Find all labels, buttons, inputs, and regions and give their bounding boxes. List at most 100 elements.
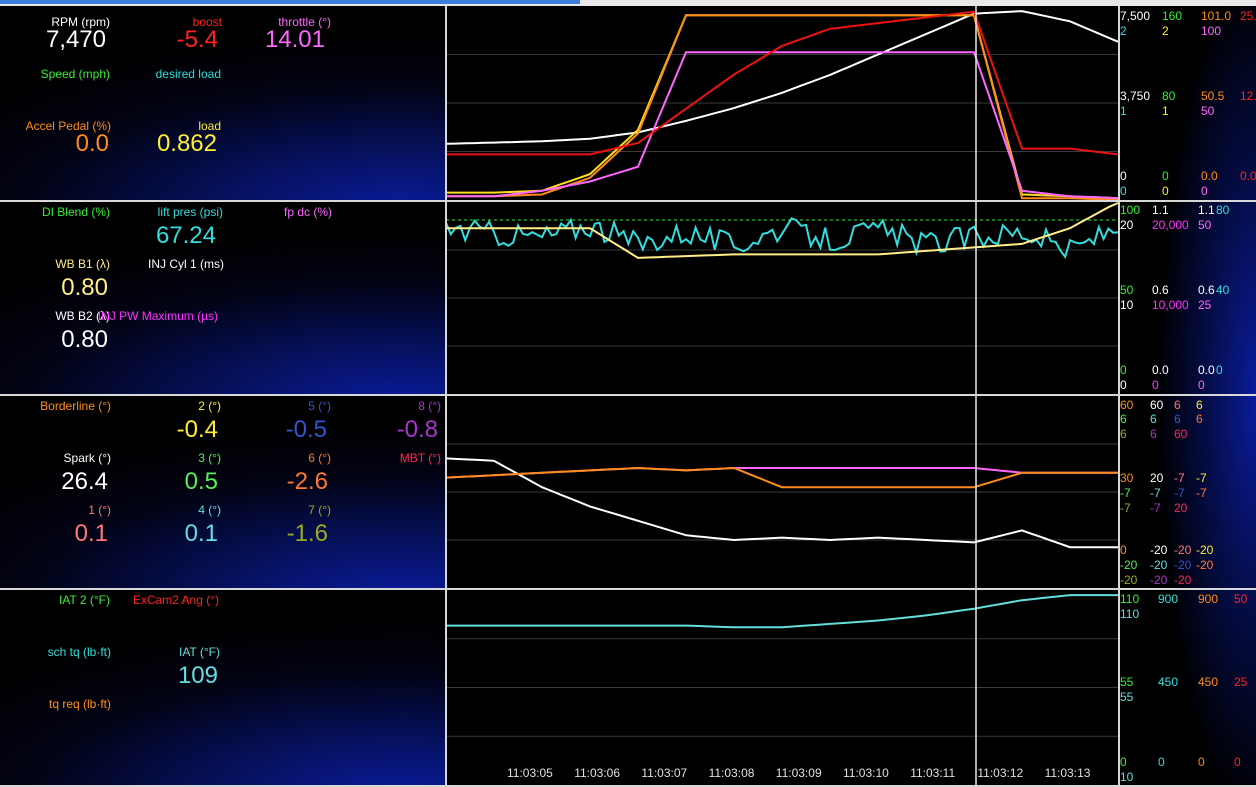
gauge-label: fp dc (%) — [283, 205, 332, 219]
gauge-label: IAT (°F) — [178, 645, 220, 659]
gauge-value: 0.0 — [75, 130, 109, 157]
scale-label: 160 — [1162, 9, 1183, 23]
active-tab-indicator — [0, 0, 580, 4]
scale-label: 0.6 — [1198, 283, 1215, 297]
time-tick-label: 11:03:10 — [843, 766, 889, 780]
scale-label: 80 — [1216, 203, 1230, 217]
scale-label: 0 — [1152, 378, 1159, 392]
gauge-value: -0.8 — [396, 416, 438, 443]
scale-label: 20 — [1174, 501, 1188, 515]
gauge-panel-spark: Borderline (°) 2 (°) 5 (°) 8 (°) Spark (°) 3 … — [0, 396, 446, 588]
scale-label: 6 — [1150, 427, 1157, 441]
scale-label: 0 — [1158, 755, 1165, 769]
gauge-label: Spark (°) — [63, 451, 111, 465]
gauge-value: -2.6 — [286, 468, 328, 495]
scale-column: 7,500160101.025.0221003,7508050.512.5115… — [1120, 6, 1256, 787]
scale-label: 50 — [1198, 218, 1212, 232]
gauge-label: ExCam2 Ang (°) — [132, 593, 219, 607]
gauge-label: 2 (°) — [198, 399, 221, 413]
scale-label: 60 — [1120, 398, 1134, 412]
scale-label: 101.0 — [1201, 9, 1232, 23]
gauge-label: Speed (mph) — [40, 67, 110, 81]
scale-label: -20 — [1196, 558, 1214, 572]
scale-label: 3,750 — [1120, 89, 1151, 103]
gauge-label: tq req (lb·ft) — [48, 697, 111, 711]
gauge-value: 26.4 — [61, 468, 108, 495]
scale-label: -20 — [1196, 543, 1214, 557]
scale-label: -7 — [1120, 501, 1131, 515]
scale-label: 1 — [1162, 104, 1169, 118]
scale-label: -20 — [1120, 573, 1138, 587]
scale-label: 0 — [1162, 184, 1169, 198]
scale-label: 6 — [1120, 412, 1127, 426]
time-tick-label: 11:03:05 — [507, 766, 553, 780]
scale-label: 6 — [1150, 412, 1157, 426]
series-line — [446, 217, 1119, 259]
gauge-label: 8 (°) — [418, 399, 441, 413]
scale-label: 0 — [1234, 755, 1241, 769]
scale-label: 0 — [1120, 378, 1127, 392]
scale-label: 0 — [1120, 363, 1127, 377]
scale-label: 25 — [1198, 298, 1212, 312]
scale-label: 0 — [1216, 363, 1223, 377]
time-tick-label: 11:03:06 — [574, 766, 621, 780]
scale-label: 2 — [1162, 24, 1169, 38]
gauge-panel-temps: IAT 2 (°F) ExCam2 Ang (°) sch tq (lb·ft) IA… — [0, 590, 446, 787]
scale-label: 2 — [1120, 24, 1127, 38]
scale-label: -7 — [1174, 471, 1185, 485]
chart-scale-divider — [1118, 6, 1120, 786]
scale-label: 60 — [1174, 427, 1188, 441]
gauge-label: Borderline (°) — [40, 399, 111, 413]
gauge-panel-fuel: DI Blend (%) lift pres (psi) fp dc (%) WB B… — [0, 202, 446, 394]
gauge-value: 109 — [177, 662, 218, 689]
gauge-label: INJ PW Maximum (µs) — [97, 309, 218, 323]
scale-label: -7 — [1196, 471, 1207, 485]
scale-label: 50 — [1120, 283, 1134, 297]
scale-label: 0.0 — [1240, 169, 1256, 183]
time-tick-label: 11:03:07 — [641, 766, 688, 780]
panel-divider[interactable] — [0, 588, 1256, 590]
scale-label: 40 — [1216, 283, 1230, 297]
panel-divider[interactable] — [0, 394, 1256, 396]
time-tick-label: 11:03:09 — [775, 766, 822, 780]
gauge-label: 6 (°) — [308, 451, 331, 465]
gauge-value: 7,470 — [45, 26, 106, 53]
scale-label: 0 — [1198, 378, 1205, 392]
gauge-label: 3 (°) — [198, 451, 221, 465]
gauge-value: -1.6 — [286, 520, 328, 547]
log-chart[interactable] — [446, 6, 1120, 787]
gauge-label: desired load — [155, 67, 221, 81]
gauge-label: 4 (°) — [198, 503, 221, 517]
scale-label: -20 — [1174, 573, 1192, 587]
scale-label: 0 — [1162, 169, 1169, 183]
scale-label: 25 — [1234, 675, 1248, 689]
gauge-label: WB B1 (λ) — [55, 257, 110, 271]
panel-divider[interactable] — [0, 200, 1256, 202]
gauge-value: -0.4 — [176, 416, 218, 443]
scale-label: -20 — [1150, 558, 1168, 572]
scale-label: 450 — [1198, 675, 1219, 689]
scale-label: 20 — [1150, 471, 1164, 485]
gauge-label: DI Blend (%) — [41, 205, 110, 219]
gauge-value: 0.5 — [184, 468, 218, 495]
time-tick-label: 11:03:12 — [977, 766, 1024, 780]
scale-label: 20 — [1120, 218, 1134, 232]
gauge-chart-divider — [445, 6, 447, 786]
scale-label: 6 — [1196, 398, 1203, 412]
series-line — [446, 51, 1119, 200]
time-tick-label: 11:03:13 — [1044, 766, 1091, 780]
gauge-value: -5.4 — [176, 26, 218, 53]
scale-label: 1.1 — [1198, 203, 1215, 217]
scale-label: 0 — [1120, 543, 1127, 557]
scale-label: 0.0 — [1152, 363, 1169, 377]
gauge-value: 0.862 — [156, 130, 217, 157]
scale-label: 0.6 — [1152, 283, 1169, 297]
gauge-value: -0.5 — [285, 416, 327, 443]
time-tick-label: 11:03:11 — [910, 766, 956, 780]
gauge-label: IAT 2 (°F) — [58, 593, 110, 607]
gauge-value: 0.80 — [61, 326, 108, 353]
gauge-value: 0.1 — [74, 520, 108, 547]
series-line — [446, 466, 1118, 489]
scale-label: -20 — [1174, 543, 1192, 557]
gauge-label: lift pres (psi) — [157, 205, 223, 219]
